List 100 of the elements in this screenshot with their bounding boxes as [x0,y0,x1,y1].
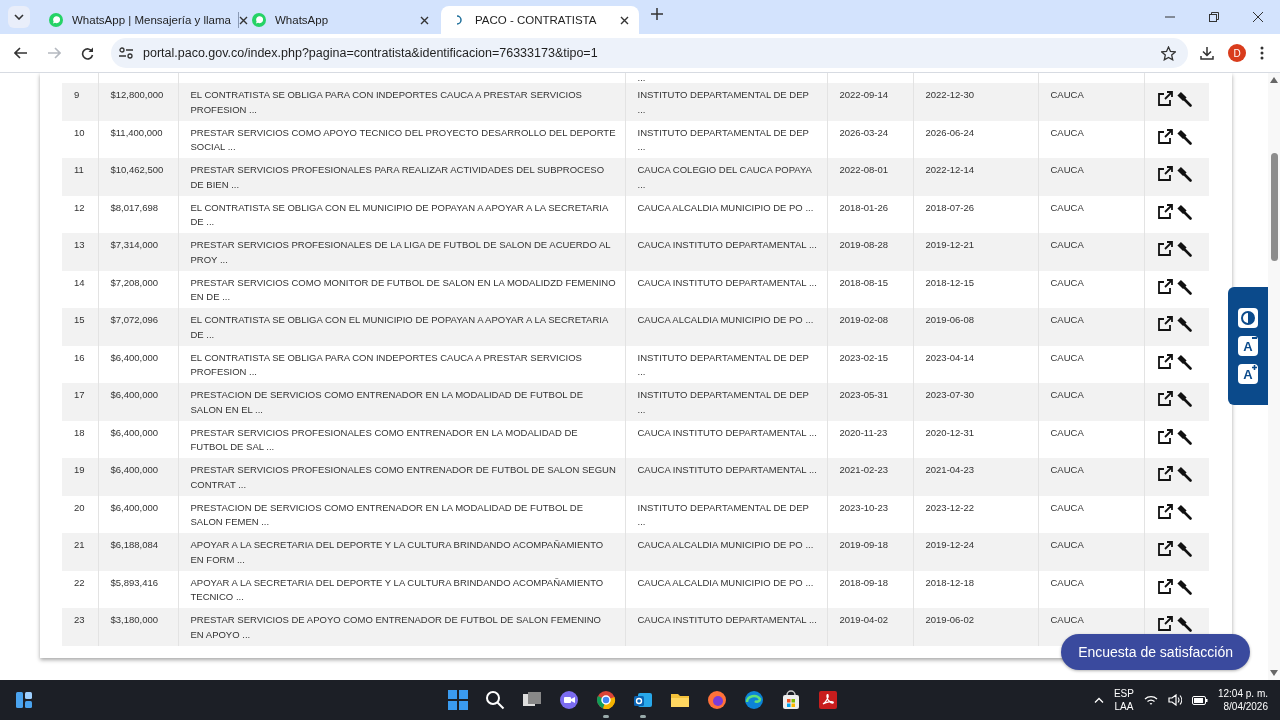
table-cell: PRESTAR SERVICIOS PROFESIONALES COMO ENTRENADOR DE FUTBOL DE SALON SEGUN CONTRAT ... [178,458,625,496]
table-cell: CAUCA [1038,83,1144,121]
more-menu-icon[interactable] [1260,46,1264,60]
scroll-down-icon[interactable] [1270,670,1278,676]
hammer-icon[interactable] [1175,578,1192,595]
contrast-button[interactable] [1238,308,1258,328]
table-cell: PRESTAR SERVICIOS DE APOYO COMO ENTRENADOR DE FUTBOL DE SALON FEMENINO EN APOYO ... [178,608,625,646]
plus-icon[interactable] [651,8,663,20]
decrease-text-button[interactable]: A [1238,336,1258,356]
hammer-icon[interactable] [1175,391,1192,407]
restore-icon[interactable] [1209,12,1219,22]
star-icon[interactable] [1161,45,1176,61]
browser-icon[interactable] [595,689,617,711]
chevron-down-icon [14,14,24,20]
shopping-bag-icon[interactable] [780,689,802,711]
table-cell: 22 [62,570,98,608]
plus-icon [1252,365,1257,370]
hammer-icon[interactable] [1175,166,1192,182]
table-cell: CAUCA INSTITUTO DEPARTAMENTAL ... [625,458,827,496]
external-link-icon[interactable] [1156,128,1173,145]
scrollbar[interactable] [1268,73,1280,680]
contrast-icon [1241,311,1255,325]
pdf-document-icon[interactable] [817,689,839,711]
close-icon[interactable] [1253,12,1263,22]
close-icon[interactable] [420,15,429,25]
windows-logo-icon[interactable] [447,689,469,711]
close-icon[interactable] [620,15,629,25]
external-link-icon[interactable] [1156,616,1173,632]
hammer-icon[interactable] [1175,203,1192,220]
browser-tab[interactable]: WhatsApp | Mensajería y llama [38,6,236,34]
download-icon[interactable] [1200,46,1214,60]
table-cell: CAUCA [1038,383,1144,421]
tab-title: PACO - CONTRATISTA [475,14,598,26]
survey-button[interactable]: Encuesta de satisfacción [1061,634,1250,670]
table-cell: APOYAR A LA SECRETARIA DEL DEPORTE Y LA CULTURA BRINDANDO ACOMPAÑAMIENTO EN FORM ... [178,533,625,571]
tab-list-button[interactable] [8,6,30,28]
scroll-up-icon[interactable] [1270,77,1278,83]
wave-globe-icon[interactable] [743,689,765,711]
table-cell: 2022-09-14 [827,83,913,121]
battery-icon[interactable] [1191,695,1208,705]
hammer-icon[interactable] [1175,128,1192,145]
scrollbar-thumb[interactable] [1270,152,1278,261]
table-cell: CAUCA ALCALDIA MUNICIPIO DE PO ... [625,533,827,571]
increase-text-button[interactable]: A [1238,364,1258,384]
external-link-icon[interactable] [1156,91,1173,107]
external-link-icon[interactable] [1156,391,1173,407]
table-cell: $7,072,096 [98,308,178,346]
widgets-icon[interactable] [16,692,32,708]
close-icon[interactable] [238,15,248,25]
table-cell: CAUCA [1038,233,1144,271]
external-link-icon[interactable] [1156,353,1173,370]
external-link-icon[interactable] [1156,578,1173,595]
table-cell: 10 [62,120,98,158]
search-icon[interactable] [484,689,506,711]
hammer-icon[interactable] [1175,316,1192,332]
chevron-up-icon[interactable] [1093,697,1104,703]
table-cell: $7,314,000 [98,233,178,271]
address-bar[interactable]: portal.paco.gov.co/index.php?pagina=contratista&identificacion=76333173&tipo=1 [111,38,1188,68]
hammer-icon[interactable] [1175,241,1192,257]
external-link-icon[interactable] [1156,166,1173,182]
external-link-icon[interactable] [1156,503,1173,520]
external-link-icon[interactable] [1156,241,1173,257]
browser-tab[interactable]: PACO - CONTRATISTA [441,6,639,34]
hammer-icon[interactable] [1175,278,1192,295]
hammer-icon[interactable] [1175,353,1192,370]
speaker-icon[interactable] [1167,694,1182,706]
table-cell: $10,462,500 [98,158,178,196]
external-link-icon[interactable] [1156,428,1173,445]
hammer-icon[interactable] [1175,616,1192,632]
table-cell: 2019-06-08 [913,308,1038,346]
reload-icon [80,46,94,60]
fox-globe-icon[interactable] [706,689,728,711]
browser-tab[interactable]: WhatsApp [241,6,439,34]
external-link-icon[interactable] [1156,278,1173,295]
table-cell: 2022-12-14 [913,158,1038,196]
hammer-icon[interactable] [1175,428,1192,445]
minus-icon [1252,337,1257,339]
external-link-icon[interactable] [1156,466,1173,482]
table-cell: INSTITUTO DEPARTAMENTAL DE DEP ... [625,383,827,421]
hammer-icon[interactable] [1175,541,1192,557]
hammer-icon[interactable] [1175,503,1192,520]
external-link-icon[interactable] [1156,316,1173,332]
clock[interactable]: 12:04 p. m. 8/04/2026 [1217,687,1268,713]
table-cell: 2021-02-23 [827,458,913,496]
table-cell: 19 [62,458,98,496]
video-chat-icon[interactable] [558,689,580,711]
table-cell: 14 [62,270,98,308]
wifi-icon[interactable] [1143,694,1158,706]
table-cell: CAUCA [1038,533,1144,571]
external-link-icon[interactable] [1156,203,1173,220]
table-cell: 2022-12-30 [913,83,1038,121]
profile-avatar[interactable]: D [1228,44,1246,62]
table-cell: EL CONTRATISTA SE OBLIGA CON EL MUNICIPIO DE POPAYAN A APOYAR A LA SECRETARIA DE ... [178,308,625,346]
table-cell: 13 [62,233,98,271]
hammer-icon[interactable] [1175,91,1192,107]
external-link-icon[interactable] [1156,541,1173,557]
hammer-icon[interactable] [1175,466,1192,482]
site-settings-icon[interactable] [119,47,133,59]
table-cell: 9 [62,83,98,121]
input-language-indicator[interactable]: ESP LAA [1113,687,1134,713]
